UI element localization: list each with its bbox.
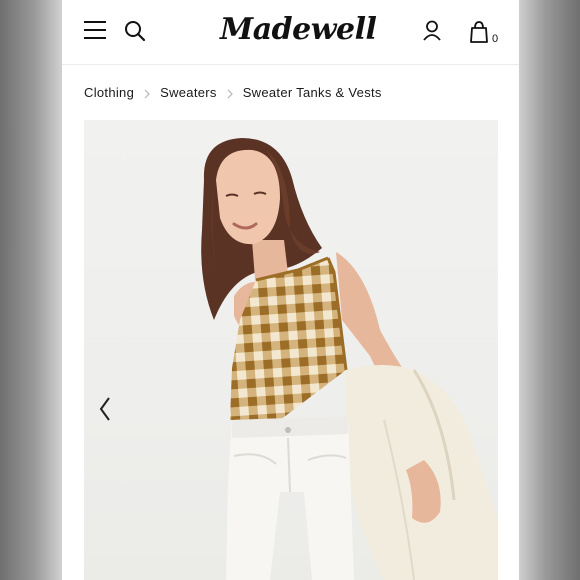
chevron-right-icon bbox=[227, 87, 233, 99]
chevron-right-icon bbox=[144, 87, 150, 99]
bag-count-badge: 0 bbox=[492, 33, 499, 45]
chevron-left-icon[interactable] bbox=[98, 394, 112, 424]
search-icon[interactable] bbox=[124, 20, 146, 42]
account-icon[interactable] bbox=[422, 20, 442, 42]
breadcrumb-sweater-tanks-vests[interactable]: Sweater Tanks & Vests bbox=[243, 85, 382, 100]
shopping-bag-icon[interactable] bbox=[469, 20, 489, 44]
breadcrumb: Clothing Sweaters Sweater Tanks & Vests bbox=[84, 82, 382, 102]
menu-icon[interactable] bbox=[84, 21, 106, 39]
brand-logo[interactable]: Madewell bbox=[220, 10, 377, 50]
product-page: Madewell 0 Clothing Sweaters Sweater Tan… bbox=[62, 0, 519, 580]
product-image[interactable] bbox=[84, 120, 498, 580]
site-header: Madewell 0 bbox=[62, 0, 519, 65]
breadcrumb-clothing[interactable]: Clothing bbox=[84, 85, 134, 100]
breadcrumb-sweaters[interactable]: Sweaters bbox=[160, 85, 217, 100]
